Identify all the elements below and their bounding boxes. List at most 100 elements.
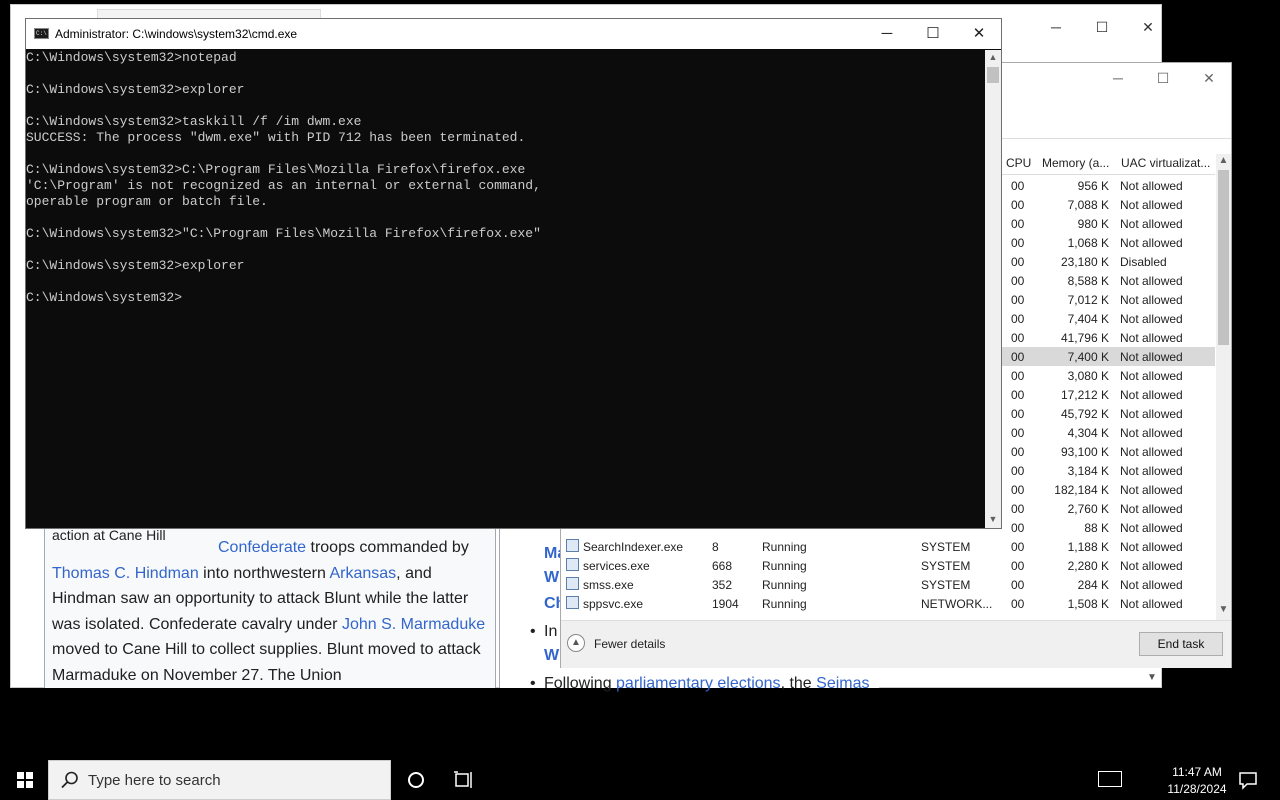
notification-icon[interactable] bbox=[1238, 770, 1258, 790]
browser-scroll-down-arrow[interactable]: ▼ bbox=[1144, 670, 1160, 686]
table-row[interactable]: 00 7,088 K Not allowed bbox=[1001, 195, 1215, 214]
taskmgr-close-button[interactable]: ✕ bbox=[1186, 66, 1232, 90]
browser-minimize-button[interactable]: ─ bbox=[1033, 17, 1079, 37]
memory-cell: 980 K bbox=[1077, 217, 1109, 231]
memory-cell: 4,304 K bbox=[1067, 426, 1109, 440]
memory-cell: 1,068 K bbox=[1067, 236, 1109, 250]
end-task-button[interactable]: End task bbox=[1139, 632, 1223, 656]
wiki-news-fragment[interactable]: W bbox=[544, 569, 559, 587]
taskmgr-scroll-thumb[interactable] bbox=[1218, 170, 1229, 345]
process-row[interactable]: SearchIndexer.exe 8 Running SYSTEM bbox=[563, 537, 1003, 556]
uac-cell: Not allowed bbox=[1120, 597, 1183, 611]
wiki-news-fragment[interactable]: W bbox=[544, 647, 559, 665]
memory-cell: 23,180 K bbox=[1060, 255, 1109, 269]
process-status: Running bbox=[762, 540, 807, 554]
cmd-console-output[interactable]: C:\Windows\system32>notepad C:\Windows\s… bbox=[26, 50, 984, 528]
uac-cell: Not allowed bbox=[1120, 483, 1183, 497]
fewer-details-link[interactable]: Fewer details bbox=[594, 637, 665, 651]
cmd-scrollbar[interactable] bbox=[985, 50, 1001, 528]
table-row[interactable]: 00 284 K Not allowed bbox=[1001, 575, 1215, 594]
cpu-cell: 00 bbox=[1011, 502, 1025, 516]
table-row[interactable]: 00 1,508 K Not allowed bbox=[1001, 594, 1215, 613]
table-row[interactable]: 00 1,068 K Not allowed bbox=[1001, 233, 1215, 252]
memory-cell: 1,508 K bbox=[1067, 597, 1109, 611]
task-view-icon[interactable] bbox=[454, 771, 474, 789]
table-row[interactable]: 00 23,180 K Disabled bbox=[1001, 252, 1215, 271]
cmd-scroll-down-arrow[interactable]: ▼ bbox=[985, 514, 1001, 524]
uac-cell: Not allowed bbox=[1120, 179, 1183, 193]
uac-cell: Not allowed bbox=[1120, 559, 1183, 573]
memory-cell: 2,280 K bbox=[1067, 559, 1109, 573]
process-row[interactable]: smss.exe 352 Running SYSTEM bbox=[563, 575, 1003, 594]
table-row[interactable]: 00 4,304 K Not allowed bbox=[1001, 423, 1215, 442]
cmd-scroll-thumb[interactable] bbox=[987, 67, 999, 83]
table-row[interactable]: 00 45,792 K Not allowed bbox=[1001, 404, 1215, 423]
start-button[interactable] bbox=[0, 760, 48, 800]
process-user: SYSTEM bbox=[921, 559, 971, 573]
link-hindman[interactable]: Thomas C. Hindman bbox=[52, 565, 199, 582]
cmd-minimize-button[interactable]: ─ bbox=[864, 19, 910, 49]
cmd-close-button[interactable]: ✕ bbox=[956, 19, 1002, 49]
cpu-cell: 00 bbox=[1011, 198, 1025, 212]
table-row[interactable]: 00 182,184 K Not allowed bbox=[1001, 480, 1215, 499]
table-row[interactable]: 00 7,012 K Not allowed bbox=[1001, 290, 1215, 309]
link-confederate[interactable]: Confederate bbox=[218, 539, 306, 556]
uac-cell: Not allowed bbox=[1120, 388, 1183, 402]
table-row[interactable]: 00 17,212 K Not allowed bbox=[1001, 385, 1215, 404]
uac-cell: Not allowed bbox=[1120, 274, 1183, 288]
table-row[interactable]: 00 956 K Not allowed bbox=[1001, 176, 1215, 195]
cpu-cell: 00 bbox=[1011, 578, 1025, 592]
table-row[interactable]: 00 2,760 K Not allowed bbox=[1001, 499, 1215, 518]
memory-cell: 2,760 K bbox=[1067, 502, 1109, 516]
uac-cell: Not allowed bbox=[1120, 236, 1183, 250]
table-row[interactable]: 00 2,280 K Not allowed bbox=[1001, 556, 1215, 575]
cortana-icon[interactable] bbox=[408, 772, 424, 788]
uac-cell: Not allowed bbox=[1120, 369, 1183, 383]
table-row[interactable]: 00 8,588 K Not allowed bbox=[1001, 271, 1215, 290]
table-row[interactable]: 00 1,188 K Not allowed bbox=[1001, 537, 1215, 556]
taskmgr-minimize-button[interactable]: ─ bbox=[1095, 66, 1141, 90]
column-header-cpu[interactable]: CPU bbox=[1006, 156, 1031, 170]
taskmgr-scroll-down-arrow[interactable]: ▼ bbox=[1216, 604, 1231, 615]
uac-cell: Not allowed bbox=[1120, 426, 1183, 440]
cpu-cell: 00 bbox=[1011, 559, 1025, 573]
table-row[interactable]: 00 980 K Not allowed bbox=[1001, 214, 1215, 233]
cmd-scroll-up-arrow[interactable]: ▲ bbox=[985, 52, 1001, 62]
cmd-maximize-button[interactable]: ☐ bbox=[910, 19, 956, 49]
process-name: services.exe bbox=[583, 559, 650, 573]
chevron-up-icon[interactable]: ▲ bbox=[567, 634, 585, 652]
table-row[interactable]: 00 3,080 K Not allowed bbox=[1001, 366, 1215, 385]
uac-cell: Not allowed bbox=[1120, 521, 1183, 535]
process-row[interactable]: sppsvc.exe 1904 Running NETWORK... bbox=[563, 594, 1003, 613]
cpu-cell: 00 bbox=[1011, 483, 1025, 497]
memory-cell: 7,088 K bbox=[1067, 198, 1109, 212]
process-row[interactable]: services.exe 668 Running SYSTEM bbox=[563, 556, 1003, 575]
process-icon bbox=[566, 558, 579, 571]
table-row[interactable]: 00 41,796 K Not allowed bbox=[1001, 328, 1215, 347]
link-parliamentary-elections[interactable]: parliamentary elections bbox=[616, 675, 781, 692]
table-row[interactable]: 00 7,404 K Not allowed bbox=[1001, 309, 1215, 328]
column-header-memory[interactable]: Memory (a... bbox=[1042, 156, 1109, 170]
browser-close-button[interactable]: ✕ bbox=[1125, 17, 1171, 37]
browser-maximize-button[interactable]: ☐ bbox=[1079, 17, 1125, 37]
uac-cell: Not allowed bbox=[1120, 331, 1183, 345]
taskmgr-maximize-button[interactable]: ☐ bbox=[1140, 66, 1186, 90]
cpu-cell: 00 bbox=[1011, 445, 1025, 459]
link-marmaduke[interactable]: John S. Marmaduke bbox=[342, 616, 485, 633]
taskmgr-scroll-up-arrow[interactable]: ▲ bbox=[1216, 155, 1231, 166]
cpu-cell: 00 bbox=[1011, 293, 1025, 307]
link-seimas[interactable]: Seimas bbox=[816, 675, 869, 692]
table-row[interactable]: 00 3,184 K Not allowed bbox=[1001, 461, 1215, 480]
table-row[interactable]: 00 93,100 K Not allowed bbox=[1001, 442, 1215, 461]
link-arkansas[interactable]: Arkansas bbox=[329, 565, 396, 582]
memory-cell: 3,080 K bbox=[1067, 369, 1109, 383]
taskbar-clock[interactable]: 11:47 AM 11/28/2024 bbox=[1150, 764, 1244, 798]
process-pid: 668 bbox=[712, 559, 733, 573]
process-status: Running bbox=[762, 597, 807, 611]
search-placeholder[interactable]: Type here to search bbox=[88, 772, 221, 789]
table-row[interactable]: 00 7,400 K Not allowed bbox=[1001, 347, 1215, 366]
table-row[interactable]: 00 88 K Not allowed bbox=[1001, 518, 1215, 537]
keyboard-icon[interactable] bbox=[1098, 771, 1122, 787]
taskmgr-tab-divider bbox=[1000, 138, 1231, 139]
column-header-uac[interactable]: UAC virtualizat... bbox=[1121, 156, 1210, 170]
